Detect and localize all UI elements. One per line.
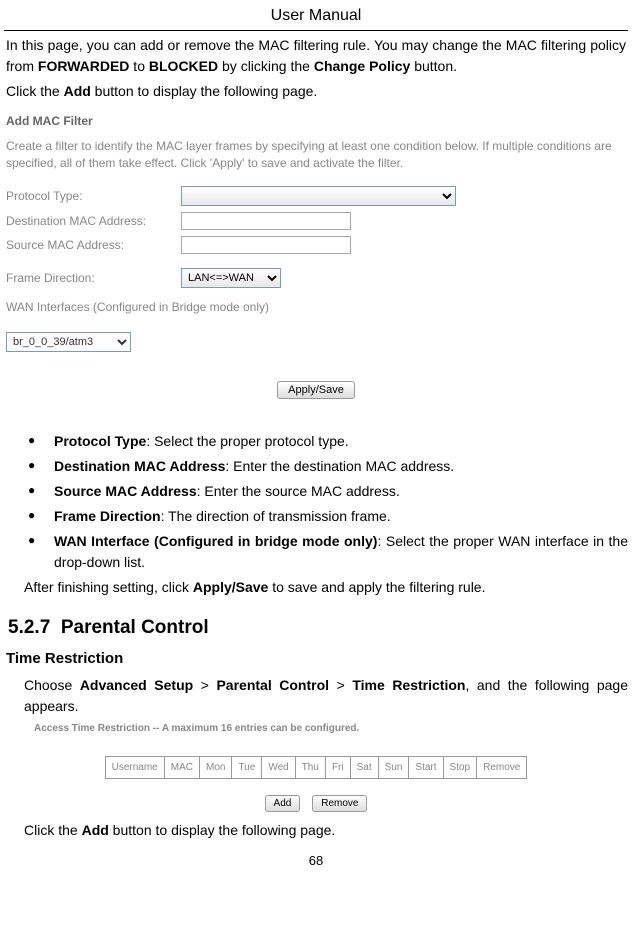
desc-text: >	[329, 677, 352, 693]
section-number: 5.2.7	[8, 617, 50, 638]
closing-post: button to display the following page.	[109, 822, 336, 838]
col-stop: Stop	[443, 756, 477, 778]
after-text: to save and apply the filtering rule.	[268, 579, 485, 595]
bullet-protocol-type: Protocol Type: Select the proper protoco…	[28, 431, 628, 452]
bullet-text: : Enter the destination MAC address.	[225, 458, 454, 474]
dest-mac-label: Destination MAC Address:	[6, 212, 181, 230]
path-time-restriction: Time Restriction	[352, 677, 465, 693]
time-restriction-table: Username MAC Mon Tue Wed Thu Fri Sat Sun…	[4, 756, 628, 812]
after-finishing-text: After finishing setting, click Apply/Sav…	[4, 577, 628, 598]
section-title: Parental Control	[61, 617, 209, 638]
col-mac: MAC	[164, 756, 199, 778]
src-mac-input[interactable]	[181, 236, 351, 254]
dest-mac-input[interactable]	[181, 212, 351, 230]
mac-filter-form: Add MAC Filter Create a filter to identi…	[4, 106, 628, 419]
after-text: After finishing setting, click	[24, 579, 193, 595]
intro-text: by clicking the	[218, 58, 314, 74]
add-label: Add	[64, 83, 91, 99]
bullet-label: Frame Direction	[54, 508, 161, 524]
bullet-text: : Enter the source MAC address.	[197, 483, 400, 499]
bullet-wan-interface: WAN Interface (Configured in bridge mode…	[28, 531, 628, 573]
add-ref: Add	[82, 822, 109, 838]
protocol-type-label: Protocol Type:	[6, 187, 181, 205]
col-start: Start	[409, 756, 443, 778]
form-title: Add MAC Filter	[6, 112, 626, 130]
desc-text: >	[193, 677, 216, 693]
protocol-type-select[interactable]	[181, 186, 456, 206]
path-parental-control: Parental Control	[216, 677, 329, 693]
apply-save-ref: Apply/Save	[193, 579, 268, 595]
table-header-row: Username MAC Mon Tue Wed Thu Fri Sat Sun…	[105, 756, 527, 778]
field-descriptions-list: Protocol Type: Select the proper protoco…	[4, 431, 628, 573]
bullet-label: Source MAC Address	[54, 483, 197, 499]
section-description: Choose Advanced Setup > Parental Control…	[4, 675, 628, 717]
section-heading: 5.2.7 Parental Control	[4, 614, 628, 643]
col-thu: Thu	[295, 756, 325, 778]
intro-text: to	[129, 58, 148, 74]
change-policy-label: Change Policy	[314, 58, 410, 74]
bullet-text: : The direction of transmission frame.	[161, 508, 391, 524]
intro-paragraph-1: In this page, you can add or remove the …	[4, 35, 628, 77]
bullet-label: Destination MAC Address	[54, 458, 225, 474]
remove-button[interactable]: Remove	[312, 795, 367, 812]
forwarded-label: FORWARDED	[38, 58, 130, 74]
col-mon: Mon	[199, 756, 231, 778]
protocol-type-row: Protocol Type:	[6, 186, 626, 206]
bullet-dest-mac: Destination MAC Address: Enter the desti…	[28, 456, 628, 477]
intro-text: button.	[410, 58, 457, 74]
col-fri: Fri	[325, 756, 350, 778]
col-sat: Sat	[350, 756, 378, 778]
add-button[interactable]: Add	[265, 795, 301, 812]
intro-text: Click the	[6, 83, 64, 99]
frame-direction-select[interactable]: LAN<=>WAN	[181, 268, 281, 288]
intro-text: button to display the following page.	[91, 83, 318, 99]
col-wed: Wed	[262, 756, 295, 778]
frame-direction-label: Frame Direction:	[6, 269, 181, 287]
closing-pre: Click the	[24, 822, 82, 838]
bullet-label: Protocol Type	[54, 433, 146, 449]
bullet-src-mac: Source MAC Address: Enter the source MAC…	[28, 481, 628, 502]
col-username: Username	[105, 756, 164, 778]
apply-save-button[interactable]: Apply/Save	[277, 381, 355, 399]
src-mac-label: Source MAC Address:	[6, 236, 181, 254]
bullet-label: WAN Interface (Configured in bridge mode…	[54, 533, 377, 549]
intro-paragraph-2: Click the Add button to display the foll…	[4, 81, 628, 102]
wan-interface-select[interactable]: br_0_0_39/atm3	[6, 332, 131, 352]
path-advanced-setup: Advanced Setup	[80, 677, 193, 693]
dest-mac-row: Destination MAC Address:	[6, 212, 626, 230]
blocked-label: BLOCKED	[149, 58, 218, 74]
restriction-title: Access Time Restriction -- A maximum 16 …	[4, 721, 628, 736]
bullet-frame-direction: Frame Direction: The direction of transm…	[28, 506, 628, 527]
col-tue: Tue	[232, 756, 262, 778]
subsection-heading: Time Restriction	[4, 648, 628, 671]
closing-text: Click the Add button to display the foll…	[4, 820, 628, 841]
desc-text: Choose	[24, 677, 80, 693]
form-description: Create a filter to identify the MAC laye…	[6, 138, 626, 172]
col-remove: Remove	[477, 756, 527, 778]
col-sun: Sun	[378, 756, 409, 778]
frame-direction-row: Frame Direction: LAN<=>WAN	[6, 268, 626, 288]
wan-interfaces-label: WAN Interfaces (Configured in Bridge mod…	[6, 298, 626, 316]
page-header: User Manual	[4, 4, 628, 31]
src-mac-row: Source MAC Address:	[6, 236, 626, 254]
bullet-text: : Select the proper protocol type.	[146, 433, 348, 449]
page-number: 68	[4, 851, 628, 871]
